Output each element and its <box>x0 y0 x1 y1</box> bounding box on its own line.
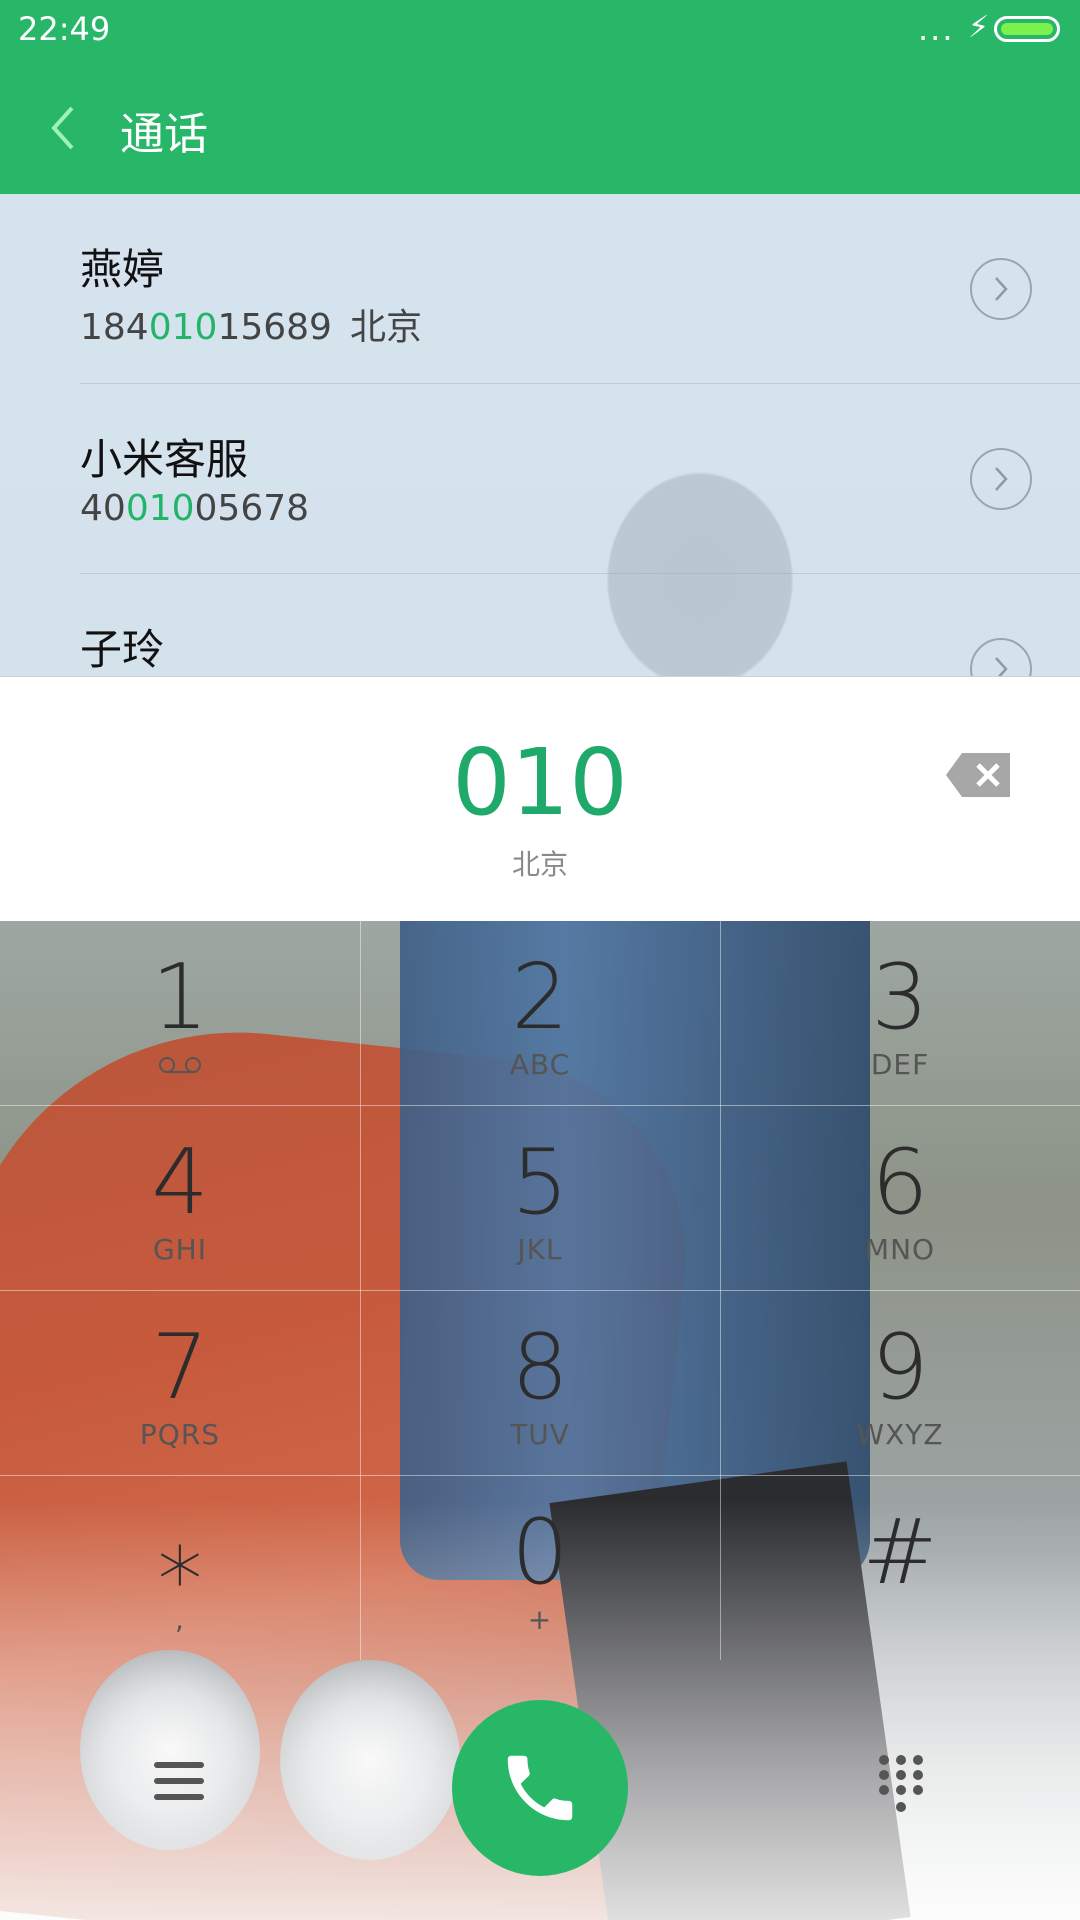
backspace-icon[interactable] <box>944 751 1014 799</box>
key-6[interactable]: 6 MNO <box>720 1105 1080 1290</box>
page-title: 通话 <box>120 109 208 160</box>
bottom-bar <box>0 1660 1080 1920</box>
number-suffix: 05678 <box>194 488 310 529</box>
contact-detail-chevron-icon[interactable] <box>970 258 1032 320</box>
number-match-highlight: 010 <box>148 307 218 348</box>
key-letters: WXYZ <box>856 1418 944 1451</box>
key-letters: PQRS <box>139 1418 221 1451</box>
key-letters: , <box>175 1603 185 1636</box>
contact-number: 4001005678 <box>80 488 309 529</box>
key-0[interactable]: 0 + <box>360 1475 720 1660</box>
key-letters: ABC <box>509 1048 571 1081</box>
menu-icon[interactable] <box>154 1760 204 1802</box>
contact-detail-chevron-icon[interactable] <box>970 448 1032 510</box>
contact-row[interactable]: 子玲 <box>0 574 1080 676</box>
key-digit: 5 <box>511 1130 569 1235</box>
dialed-number-location: 北京 <box>511 848 568 881</box>
key-5[interactable]: 5 JKL <box>360 1105 720 1290</box>
key-4[interactable]: 4 GHI <box>0 1105 360 1290</box>
key-2[interactable]: 2 ABC <box>360 920 720 1105</box>
contact-name: 小米客服 <box>80 435 249 484</box>
dialed-number[interactable]: 010 <box>0 729 1080 836</box>
key-digit: 6 <box>871 1130 929 1235</box>
key-letters: TUV <box>510 1418 570 1451</box>
key-letters: GHI <box>152 1233 207 1266</box>
number-location: 北京 <box>349 307 422 348</box>
contact-name: 子玲 <box>80 625 165 674</box>
key-8[interactable]: 8 TUV <box>360 1290 720 1475</box>
key-digit: ⁎ <box>157 1500 203 1605</box>
key-digit: 4 <box>151 1130 209 1235</box>
contact-number: 18401015689 北京 <box>80 298 422 350</box>
key-letters: JKL <box>517 1233 563 1266</box>
status-bar: 22:49 ... ⚡ <box>0 0 1080 62</box>
battery-icon <box>994 16 1060 42</box>
key-9[interactable]: 9 WXYZ <box>720 1290 1080 1475</box>
key-1[interactable]: 1 <box>0 920 360 1105</box>
key-digit: 3 <box>871 945 929 1050</box>
contact-row[interactable]: 小米客服 4001005678 <box>0 384 1080 574</box>
dial-input-panel: 010 北京 <box>0 676 1080 921</box>
voicemail-icon <box>0 1048 360 1081</box>
dialpad-icon[interactable] <box>876 1752 926 1818</box>
signal-dots-icon: ... <box>918 10 955 48</box>
key-digit: 0 <box>511 1500 569 1605</box>
back-arrow-icon[interactable] <box>44 100 82 156</box>
key-3[interactable]: 3 DEF <box>720 920 1080 1105</box>
key-digit: 8 <box>511 1315 569 1420</box>
app-header: 22:49 ... ⚡ 通话 <box>0 0 1080 194</box>
number-match-highlight: 010 <box>125 488 195 529</box>
key-star[interactable]: ⁎ , <box>0 1475 360 1660</box>
key-7[interactable]: 7 PQRS <box>0 1290 360 1475</box>
key-digit: 1 <box>151 945 209 1050</box>
key-digit: 9 <box>871 1315 929 1420</box>
contacts-results-list: 燕婷 18401015689 北京 小米客服 4001005678 子玲 <box>0 194 1080 676</box>
charging-bolt-icon: ⚡ <box>968 10 990 45</box>
key-digit: 2 <box>511 945 569 1050</box>
key-letters: DEF <box>870 1048 930 1081</box>
number-suffix: 15689 <box>217 307 332 348</box>
contact-row[interactable]: 燕婷 18401015689 北京 <box>0 194 1080 384</box>
number-prefix: 40 <box>80 488 126 529</box>
key-letters: + <box>527 1603 553 1636</box>
key-digit: # <box>862 1500 938 1605</box>
contact-name: 燕婷 <box>80 245 165 294</box>
status-time: 22:49 <box>18 10 111 48</box>
key-digit: 7 <box>151 1315 209 1420</box>
call-button[interactable] <box>452 1700 628 1876</box>
key-hash[interactable]: # <box>720 1475 1080 1660</box>
phone-icon <box>507 1755 573 1821</box>
contact-detail-chevron-icon[interactable] <box>970 638 1032 676</box>
number-prefix: 184 <box>80 307 149 348</box>
dialpad: 1 2 ABC 3 DEF 4 GHI 5 JKL 6 MNO 7 PQRS 8… <box>0 920 1080 1660</box>
key-letters: MNO <box>864 1233 936 1266</box>
